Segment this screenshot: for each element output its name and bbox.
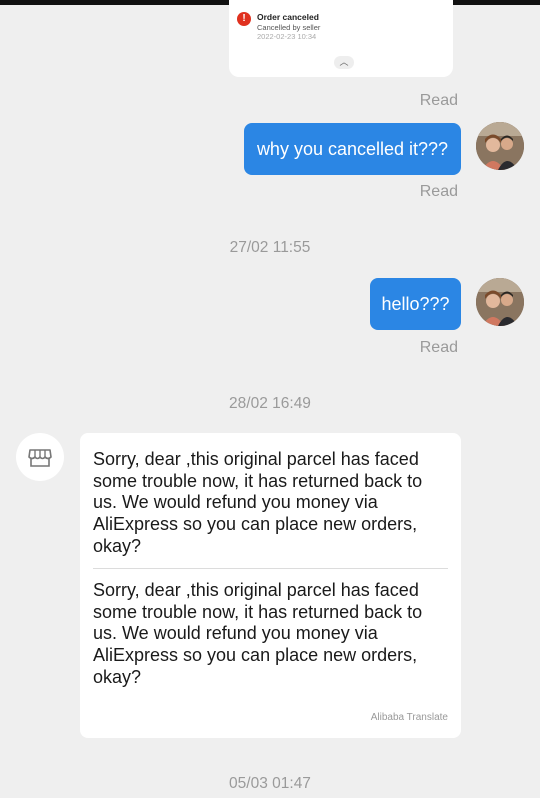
read-receipt: Read	[419, 92, 458, 109]
message-original-text: Sorry, dear ,this original parcel has fa…	[93, 449, 423, 556]
message-translated-text: Sorry, dear ,this original parcel has fa…	[93, 580, 423, 687]
user-avatar-photo-icon	[476, 278, 524, 326]
alert-icon: !	[237, 12, 251, 26]
translation-divider	[93, 568, 448, 569]
order-status-title: Order canceled	[257, 12, 319, 22]
chat-timestamp: 27/02 11:55	[229, 239, 311, 256]
incoming-message[interactable]: Sorry, dear ,this original parcel has fa…	[80, 433, 461, 738]
user-avatar[interactable]	[476, 122, 524, 170]
store-icon	[28, 449, 52, 467]
outgoing-message[interactable]: why you cancelled it???	[244, 123, 461, 175]
order-status-card[interactable]: ! Order canceled Cancelled by seller 202…	[229, 0, 453, 77]
user-avatar-photo-icon	[476, 122, 524, 170]
order-status-subtitle: Cancelled by seller	[257, 23, 321, 32]
chat-timestamp: 05/03 01:47	[229, 775, 311, 792]
read-receipt: Read	[419, 183, 458, 200]
outgoing-message[interactable]: hello???	[370, 278, 461, 330]
user-avatar[interactable]	[476, 278, 524, 326]
collapse-chevron-icon[interactable]: ︿	[334, 56, 354, 69]
translate-attribution: Alibaba Translate	[370, 712, 448, 723]
read-receipt: Read	[419, 339, 458, 356]
chat-timestamp: 28/02 16:49	[229, 395, 311, 412]
shop-avatar[interactable]	[16, 433, 64, 481]
order-status-timestamp: 2022-02-23 10:34	[257, 32, 317, 41]
